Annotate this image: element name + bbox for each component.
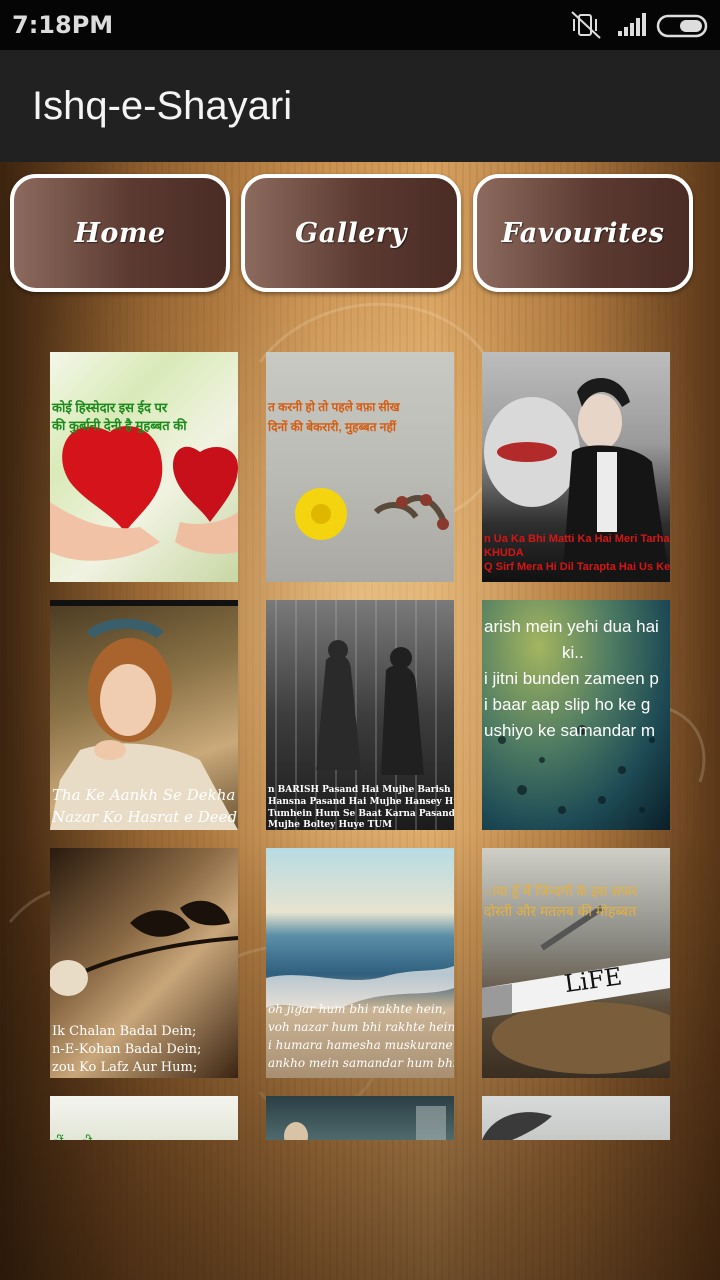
image-3-caption-3: Q Sirf Mera Hi Dil Tarapta Hai Us Ke L (484, 561, 670, 573)
signal-icon (618, 13, 646, 36)
image-6-caption-4: i baar aap slip ho ke g (484, 695, 651, 714)
image-8-caption-4: ankho mein samandar hum bhi ra (268, 1056, 454, 1070)
content-area[interactable]: Home Gallery Favourites कोई हिस्सेदार इस… (0, 162, 720, 1280)
gallery-image-3[interactable]: n Ua Ka Bhi Matti Ka Hai Meri Tarha KHUD… (482, 352, 670, 582)
image-6-caption-3: i jitni bunden zameen p (484, 669, 659, 688)
dandelion-image (295, 488, 449, 540)
image-3-caption-2: KHUDA (484, 547, 524, 559)
gallery-image-2[interactable]: त करनी हो तो पहले वफ़ा सीख दिनों की बेकर… (266, 352, 454, 582)
tab-favourites-label: Favourites (501, 217, 665, 249)
image-6-caption-1: arish mein yehi dua hai (484, 617, 659, 636)
gallery-image-5[interactable]: n BARISH Pasand Hai Mujhe Barish Me Hans… (266, 600, 454, 830)
image-1-caption-2: की कुर्बानी देनी है मुहब्बत की (52, 418, 187, 433)
image-5-caption-4: Mujhe Boltey Huye TUM (268, 820, 393, 830)
tab-gallery-label: Gallery (295, 217, 407, 249)
image-9-caption-2: दोस्ती और मतलब की मोहब्बत (484, 904, 637, 919)
status-bar: 7:18PM (0, 0, 720, 50)
gallery-image-9[interactable]: ाया हूँ मैं जिन्दगी के इस सफर दोस्ती और … (482, 848, 670, 1078)
image-4-caption-1: Tha Ke Aankh Se Dekha (52, 786, 236, 804)
image-8-caption-2: voh nazar hum bhi rakhte hein, (268, 1020, 454, 1034)
image-8-caption-3: i humara hamesha muskurane ka, (268, 1038, 454, 1052)
tab-home-label: Home (74, 217, 166, 249)
image-1-caption-1: कोई हिस्सेदार इस ईद पर (52, 400, 168, 415)
gallery-image-11[interactable] (266, 1096, 454, 1140)
status-time: 7:18PM (12, 11, 114, 39)
image-6-caption-5: ushiyo ke samandar m (484, 721, 656, 740)
status-icons (570, 10, 710, 40)
gallery-image-8[interactable]: oh jigar hum bhi rakhte hein, voh nazar … (266, 848, 454, 1078)
image-2-caption-1: त करनी हो तो पहले वफ़ा सीख (268, 400, 400, 414)
image-10-caption-1: ीं ... ी (50, 1134, 238, 1140)
tab-gallery[interactable]: Gallery (241, 174, 461, 292)
app-title: Ishq-e-Shayari (32, 84, 293, 128)
image-5-caption-2: Hansna Pasand Hai Mujhe Hansey Hu (268, 797, 454, 807)
battery-icon (656, 14, 708, 38)
image-9-caption-1: ाया हूँ मैं जिन्दगी के इस सफर (484, 884, 638, 899)
tab-favourites[interactable]: Favourites (473, 174, 693, 292)
image-7-caption-2: n-E-Kohan Badal Dein; (52, 1042, 202, 1057)
app-bar: Ishq-e-Shayari (0, 50, 720, 162)
vibrate-off-icon (571, 11, 601, 39)
gallery-image-12[interactable] (482, 1096, 670, 1140)
image-6-caption-2: ki.. (562, 643, 584, 662)
tab-bar: Home Gallery Favourites (10, 174, 710, 292)
gallery-image-4[interactable]: Tha Ke Aankh Se Dekha Nazar Ko Hasrat e … (50, 600, 238, 830)
image-3-caption-1: n Ua Ka Bhi Matti Ka Hai Meri Tarha (484, 533, 670, 545)
gallery-image-6[interactable]: arish mein yehi dua hai ki.. i jitni bun… (482, 600, 670, 830)
image-4-caption-2: Nazar Ko Hasrat e Deed (52, 808, 238, 826)
gallery-image-1[interactable]: कोई हिस्सेदार इस ईद पर की कुर्बानी देनी … (50, 352, 238, 582)
hearts-in-hands-image (50, 426, 238, 561)
image-7-caption-1: Ik Chalan Badal Dein; (52, 1024, 197, 1039)
person-silhouette-image (284, 1106, 446, 1140)
image-7-caption-3: zou Ko Lafz Aur Hum; (52, 1060, 198, 1075)
gallery-image-10[interactable]: ीं ... ी (50, 1096, 238, 1140)
image-8-caption-1: oh jigar hum bhi rakhte hein, (268, 1002, 447, 1016)
tab-home[interactable]: Home (10, 174, 230, 292)
image-2-caption-2: दिनों की बेकरारी, मुहब्बत नहीं (268, 420, 396, 434)
woman-face-image (482, 1112, 552, 1140)
gallery-image-7[interactable]: Ik Chalan Badal Dein; n-E-Kohan Badal De… (50, 848, 238, 1078)
image-5-caption-1: n BARISH Pasand Hai Mujhe Barish Me (268, 785, 454, 795)
